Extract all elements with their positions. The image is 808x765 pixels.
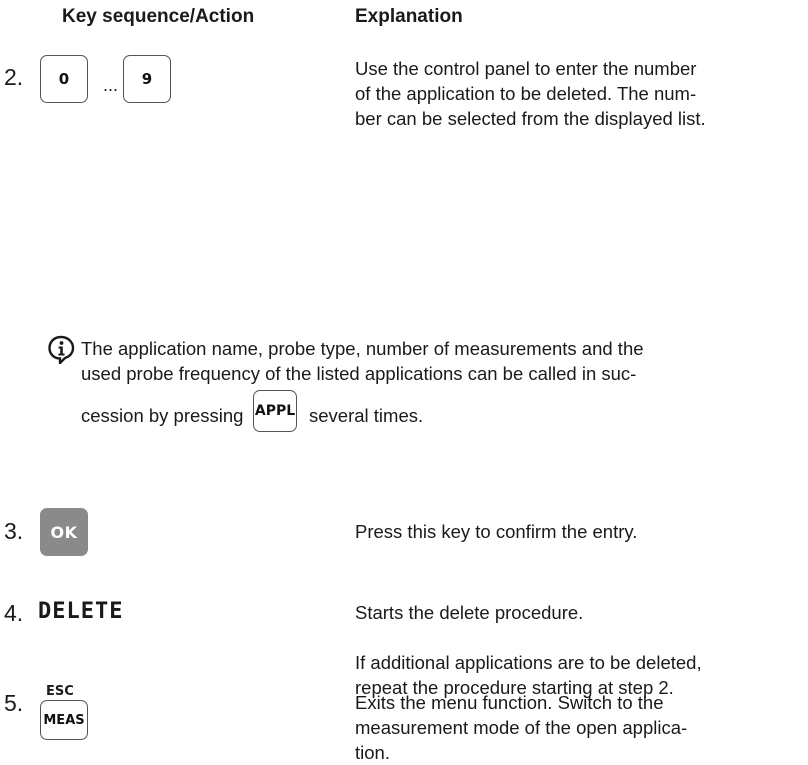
text-line: ber can be selected from the displayed l…: [355, 108, 706, 129]
key-0-button[interactable]: 0: [40, 55, 88, 103]
info-icon: [48, 335, 75, 364]
step-4-explanation: Starts the delete procedure.: [355, 602, 584, 623]
appl-key-button[interactable]: APPL: [253, 390, 297, 432]
note-before-key: cession by pressing: [81, 405, 244, 426]
esc-label: ESC: [46, 684, 74, 699]
step-3-explanation: Press this key to confirm the entry.: [355, 521, 638, 542]
note-line: used probe frequency of the listed appli…: [81, 363, 637, 384]
step-number: 4.: [4, 600, 24, 626]
step-number: 2.: [4, 64, 24, 90]
text-line: If additional applications are to be del…: [355, 652, 702, 673]
column-header-key-sequence: Key sequence/Action: [62, 6, 255, 27]
text-line: measurement mode of the open applica-: [355, 717, 688, 738]
column-header-explanation: Explanation: [355, 6, 463, 27]
note-text: The application name, probe type, number…: [81, 336, 644, 386]
step-5-explanation: Exits the menu function. Switch to the m…: [355, 690, 687, 765]
note-after-key: several times.: [309, 405, 424, 426]
note-line: The application name, probe type, number…: [81, 338, 644, 359]
text-line: Use the control panel to enter the numbe…: [355, 58, 697, 79]
ellipsis: ...: [103, 75, 119, 95]
text-line: tion.: [355, 742, 390, 763]
step-2-explanation: Use the control panel to enter the numbe…: [355, 56, 706, 131]
delete-display: DELETE: [38, 599, 124, 624]
text-line: of the application to be deleted. The nu…: [355, 83, 697, 104]
step-number: 3.: [4, 518, 24, 544]
text-line: Exits the menu function. Switch to the: [355, 692, 664, 713]
meas-key-button[interactable]: MEAS: [40, 700, 88, 740]
step-number: 5.: [4, 690, 24, 716]
key-9-button[interactable]: 9: [123, 55, 171, 103]
ok-button[interactable]: OK: [40, 508, 88, 556]
